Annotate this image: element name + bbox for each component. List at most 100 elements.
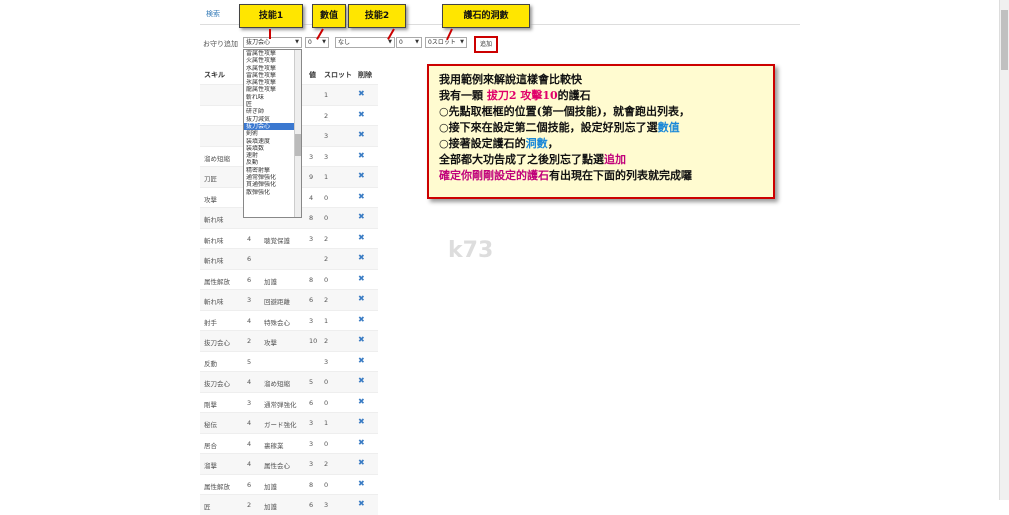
header-delete: 削除 — [358, 71, 372, 79]
chevron-down-icon: ▼ — [460, 39, 464, 45]
delete-icon[interactable]: ✖ — [358, 438, 365, 447]
cell-skill2: 溜め短縮 — [264, 380, 290, 388]
amulet-add-label: お守り追加 — [203, 40, 238, 48]
cell-slot: 3 — [324, 357, 329, 366]
table-row: 属性解放 6 加護 8 0 ✖ — [200, 473, 378, 495]
cell-skill1: 溜撃 — [204, 462, 217, 470]
delete-icon[interactable]: ✖ — [358, 479, 365, 488]
cell-value2: 6 — [309, 398, 314, 407]
cell-value1: 4 — [247, 419, 252, 427]
callout-skill1: 技能1 — [239, 4, 303, 28]
delete-icon[interactable]: ✖ — [358, 315, 365, 324]
add-button[interactable]: 追加 — [474, 36, 498, 53]
callout-slots: 護石的洞數 — [442, 4, 530, 28]
delete-icon[interactable]: ✖ — [358, 212, 365, 221]
dropdown-option[interactable]: 匠 — [244, 101, 301, 108]
cell-value2: 3 — [309, 419, 314, 427]
cell-skill2: 加護 — [264, 482, 277, 491]
cell-skill2: 通常弾強化 — [264, 400, 297, 409]
delete-icon[interactable]: ✖ — [358, 171, 365, 180]
delete-icon[interactable]: ✖ — [358, 335, 365, 344]
delete-icon[interactable]: ✖ — [358, 192, 365, 201]
value2-select[interactable]: 0 ▼ — [396, 37, 422, 48]
info-line: 確定你剛剛設定的護石有出現在下面的列表就完成囉 — [439, 169, 692, 182]
dropdown-option[interactable]: 火属性攻撃 — [244, 57, 301, 64]
cell-slot: 2 — [324, 460, 329, 468]
delete-icon[interactable]: ✖ — [358, 151, 365, 160]
cell-skill1: 匠 — [204, 503, 211, 511]
dropdown-option[interactable]: 装填速度 — [244, 138, 301, 145]
delete-icon[interactable]: ✖ — [358, 110, 365, 119]
dropdown-option[interactable]: 速射 — [244, 152, 301, 159]
cell-value2: 4 — [309, 193, 314, 202]
cell-skill1: 属性解放 — [204, 482, 230, 491]
dropdown-option[interactable]: 抜刀会心 — [244, 122, 301, 131]
dropdown-option[interactable]: 反動 — [244, 159, 301, 166]
delete-icon[interactable]: ✖ — [358, 458, 365, 467]
delete-icon[interactable]: ✖ — [358, 130, 365, 139]
dropdown-option[interactable]: 剣術 — [244, 130, 301, 137]
cell-value1: 6 — [247, 255, 252, 263]
cell-skill1: 抜刀会心 — [204, 339, 230, 347]
cell-slot: 0 — [324, 439, 329, 448]
table-row: 溜撃 4 属性会心 3 2 ✖ — [200, 453, 378, 474]
dropdown-option[interactable]: 通常弾強化 — [244, 174, 301, 181]
dropdown-scroll-thumb[interactable] — [295, 134, 301, 156]
page-scrollbar[interactable] — [999, 0, 1009, 500]
delete-icon[interactable]: ✖ — [358, 274, 365, 283]
cell-skill2: 裏稼業 — [264, 441, 284, 450]
dropdown-option[interactable]: 雷属性攻撃 — [244, 50, 301, 57]
dropdown-option[interactable]: 装填数 — [244, 145, 301, 152]
delete-icon[interactable]: ✖ — [358, 499, 365, 508]
dropdown-option[interactable]: 精密射撃 — [244, 167, 301, 174]
cell-skill1: 反動 — [204, 359, 217, 368]
delete-icon[interactable]: ✖ — [358, 356, 365, 365]
dropdown-option[interactable]: 龍属性攻撃 — [244, 86, 301, 93]
value1-select-value: 0 — [308, 39, 312, 46]
delete-icon[interactable]: ✖ — [358, 294, 365, 303]
cell-slot: 1 — [324, 91, 329, 99]
skill1-select[interactable]: 抜刀会心 ▼ — [243, 37, 302, 48]
dropdown-option[interactable]: 氷属性攻撃 — [244, 79, 301, 86]
cell-value1: 4 — [247, 439, 252, 448]
skill1-select-value: 抜刀会心 — [246, 39, 271, 46]
cell-value2: 3 — [309, 152, 314, 161]
delete-icon[interactable]: ✖ — [358, 233, 365, 242]
cell-skill2: 加護 — [264, 503, 277, 511]
dropdown-scrollbar[interactable] — [294, 50, 301, 217]
cell-skill1: 属性解放 — [204, 277, 230, 286]
cell-slot: 2 — [324, 234, 329, 243]
cell-skill1: 剛撃 — [204, 400, 217, 409]
dropdown-option[interactable]: 雷属性攻撃 — [244, 72, 301, 79]
cell-value1: 4 — [247, 378, 252, 386]
skill1-dropdown-list[interactable]: 雷属性攻撃 火属性攻撃 水属性攻撃 雷属性攻撃 氷属性攻撃 龍属性攻撃 斬れ味匠研ぎ師 抜刀減… — [243, 49, 302, 218]
cell-skill1: 斬れ味 — [204, 216, 224, 224]
table-row: 斬れ味 6 2 ✖ — [200, 248, 378, 269]
delete-icon[interactable]: ✖ — [358, 376, 365, 385]
dropdown-option[interactable]: 貫通弾強化 — [244, 181, 301, 188]
dropdown-option[interactable]: 抜刀減気 — [244, 116, 301, 123]
table-row: 射手 4 特殊会心 3 1 ✖ — [200, 309, 378, 331]
dropdown-option[interactable]: 散弾強化 — [244, 189, 301, 196]
cell-slot: 2 — [324, 111, 329, 120]
cell-skill2: 聴覚保護 — [264, 236, 290, 245]
header-slot: スロット — [324, 71, 352, 79]
page-scroll-thumb[interactable] — [1001, 10, 1008, 70]
slot-select-value: 0スロット — [428, 39, 456, 46]
info-line: 我用範例來解說這樣會比較快 — [439, 73, 582, 86]
dropdown-option[interactable]: 水属性攻撃 — [244, 65, 301, 72]
delete-icon[interactable]: ✖ — [358, 89, 365, 98]
arrow-skill1 — [269, 29, 271, 39]
cell-slot: 1 — [324, 419, 329, 427]
delete-icon[interactable]: ✖ — [358, 253, 365, 262]
cell-slot: 2 — [324, 255, 329, 263]
table-row: 匠 2 加護 6 3 ✖ — [200, 494, 378, 515]
dropdown-option[interactable]: 斬れ味 — [244, 94, 301, 101]
delete-icon[interactable]: ✖ — [358, 417, 365, 426]
cell-value2: 3 — [309, 439, 314, 448]
tab-search[interactable]: 検索 — [206, 9, 220, 19]
dropdown-option[interactable]: 研ぎ師 — [244, 108, 301, 115]
cell-value2: 5 — [309, 378, 314, 386]
delete-icon[interactable]: ✖ — [358, 397, 365, 406]
cell-value1: 2 — [247, 501, 252, 509]
